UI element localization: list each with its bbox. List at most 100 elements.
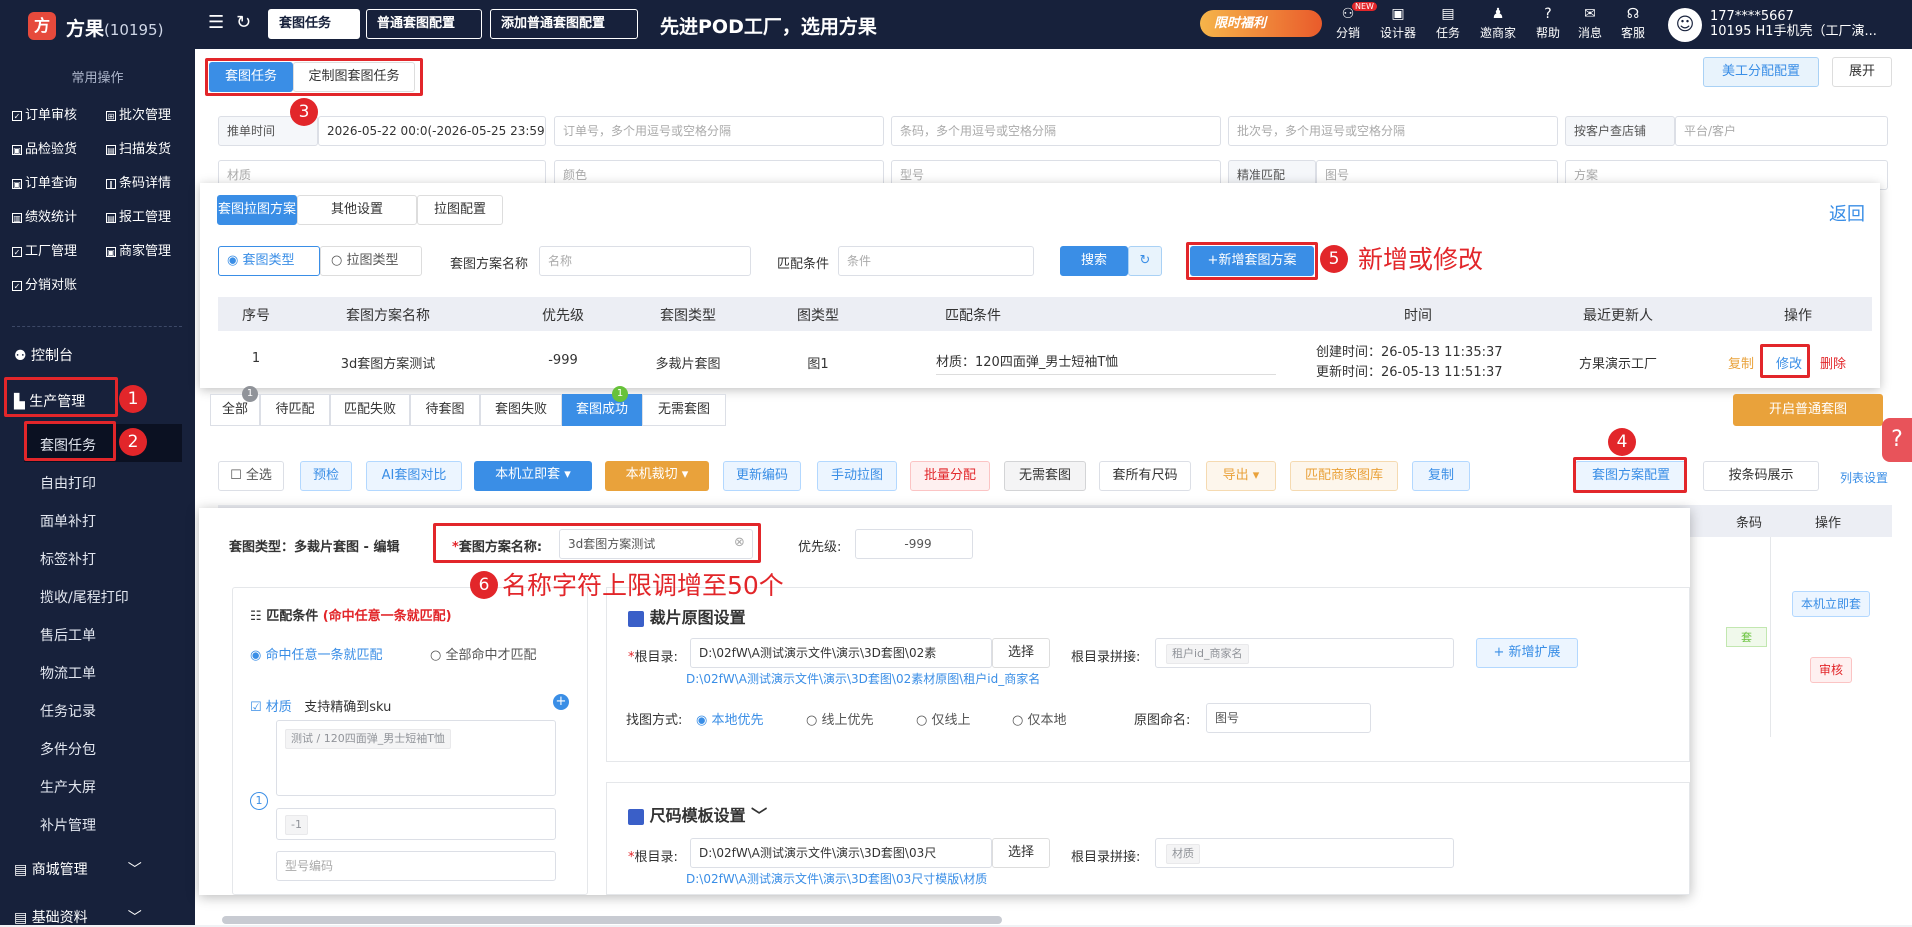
choose-button-1[interactable]: 选择 — [992, 638, 1050, 668]
time-range-input[interactable]: 2026-05-22 00:0(-2026-05-25 23:59 — [318, 116, 546, 146]
promo-button[interactable]: 限时福利 — [1200, 10, 1322, 37]
status-tab-success[interactable]: 套图成功 — [562, 394, 642, 426]
panel-tab-pull[interactable]: 拉图配置 — [417, 195, 503, 225]
radio-pull-type[interactable]: ○ 拉图类型 — [320, 246, 422, 276]
sub-records[interactable]: 任务记录 — [40, 701, 96, 721]
sub-aftersale[interactable]: 售后工单 — [40, 625, 96, 645]
nav-task[interactable]: ▤ 任务 — [1425, 6, 1471, 41]
manual-pull-button[interactable]: 手动拉图 — [817, 461, 897, 491]
sub-screen[interactable]: 生产大屏 — [40, 777, 96, 797]
row-audit-button[interactable]: 审核 — [1810, 657, 1852, 683]
find-local-first[interactable]: ◉ 本地优先 — [696, 709, 764, 728]
radio-any[interactable]: ◉ 命中任意一条就匹配 — [250, 644, 383, 663]
root-input-1[interactable]: D:\02fW\A测试演示文件\演示\3D套图\02素 — [690, 638, 992, 668]
quick-order-query[interactable]: ▣ 订单查询 — [12, 172, 77, 191]
refresh-button[interactable]: ↻ — [1128, 246, 1162, 276]
priority-input[interactable]: -999 — [855, 529, 973, 559]
sub-split[interactable]: 多件分包 — [40, 739, 96, 759]
material-checkbox[interactable]: ☑ 材质 支持精确到sku — [250, 696, 391, 715]
search-button[interactable]: 搜索 — [1060, 246, 1128, 276]
sub-pickup[interactable]: 揽收/尾程打印 — [40, 587, 129, 607]
menu-mall[interactable]: ▤ 商城管理 ﹀ — [14, 859, 142, 879]
display-mode-select[interactable]: 按条码展示 — [1703, 461, 1819, 491]
material-multiselect[interactable]: 测试 / 120四面弹_男士短袖T恤 — [276, 720, 556, 796]
match-gallery-button[interactable]: 匹配商家图库 — [1290, 461, 1398, 491]
quick-inspect[interactable]: ▣ 品检验货 — [12, 138, 77, 157]
sub-print[interactable]: 自由打印 — [40, 473, 96, 493]
find-online-only[interactable]: ○ 仅线上 — [916, 709, 971, 728]
nav-invite[interactable]: ♟ 邀商家 — [1475, 6, 1521, 41]
quick-barcode[interactable]: ‖ 条码详情 — [106, 172, 171, 191]
sub-logistics[interactable]: 物流工单 — [40, 663, 96, 683]
barcode-input[interactable]: 条码，多个用逗号或空格分隔 — [891, 116, 1221, 146]
no-set-button[interactable]: 无需套图 — [1004, 461, 1086, 491]
quick-merchant[interactable]: ▣ 商家管理 — [106, 240, 171, 259]
avatar[interactable]: ☺ — [1668, 8, 1702, 42]
chevron-down-icon[interactable]: ﹀ — [751, 806, 767, 825]
find-online-first[interactable]: ○ 线上优先 — [806, 709, 874, 728]
help-float-icon[interactable]: ? — [1882, 418, 1912, 462]
menu-toggle-icon[interactable]: ☰ — [208, 12, 224, 33]
art-config-button[interactable]: 美工分配配置 — [1703, 57, 1819, 87]
nav-share[interactable]: ⚇ 分销 — [1325, 6, 1371, 41]
quick-dist[interactable]: ✓ 分销对账 — [12, 274, 77, 293]
menu-console[interactable]: ⚉ 控制台 — [14, 345, 73, 365]
export-button[interactable]: 导出 ▾ — [1206, 461, 1276, 491]
open-normal-button[interactable]: 开启普通套图 — [1733, 394, 1883, 426]
nav-service[interactable]: ☊ 客服 — [1610, 6, 1656, 41]
copy-button[interactable]: 复制 — [1412, 461, 1470, 491]
local-set-button[interactable]: 本机立即套 ▾ — [474, 461, 592, 491]
sub-patch[interactable]: 补片管理 — [40, 815, 96, 835]
sku-select[interactable]: -1 — [276, 808, 556, 840]
expand-button[interactable]: 展开 — [1832, 57, 1892, 87]
add-extension-button[interactable]: + 新增扩展 — [1476, 638, 1578, 668]
status-tab-fail[interactable]: 套图失败 — [480, 394, 562, 426]
radio-plan-type[interactable]: ◉ 套图类型 — [218, 246, 320, 276]
local-cut-button[interactable]: 本机裁切 ▾ — [605, 461, 709, 491]
nav-message[interactable]: ✉ 消息 — [1567, 6, 1613, 41]
quick-batch[interactable]: ⊞ 批次管理 — [106, 104, 171, 123]
status-tab-match-fail[interactable]: 匹配失败 — [330, 394, 410, 426]
quick-perf[interactable]: ▥ 绩效统计 — [12, 206, 77, 225]
panel-tab-other[interactable]: 其他设置 — [297, 195, 417, 225]
sub-label[interactable]: 标签补打 — [40, 549, 96, 569]
back-link[interactable]: 返回 — [1829, 200, 1865, 226]
ai-compare-button[interactable]: AI套图对比 — [366, 461, 462, 491]
delete-link[interactable]: 删除 — [1820, 353, 1846, 372]
status-tab-none[interactable]: 无需套图 — [642, 394, 726, 426]
find-local-only[interactable]: ○ 仅本地 — [1012, 709, 1067, 728]
row-local-set-button[interactable]: 本机立即套 — [1792, 591, 1870, 617]
top-tab-add-config[interactable]: 添加普通套图配置 — [490, 9, 638, 39]
choose-button-2[interactable]: 选择 — [992, 838, 1050, 868]
cond-input[interactable]: 条件 — [838, 246, 1034, 276]
batch-input[interactable]: 批次号，多个用逗号或空格分隔 — [1228, 116, 1558, 146]
refresh-icon[interactable]: ↻ — [236, 12, 251, 33]
quick-scan-ship[interactable]: ▤ 扫描发货 — [106, 138, 171, 157]
quick-report[interactable]: ▤ 报工管理 — [106, 206, 171, 225]
user-info[interactable]: 177****5667 10195 H1手机壳（工厂演... — [1710, 9, 1877, 39]
column-settings-link[interactable]: 列表设置 — [1840, 469, 1888, 486]
quick-factory[interactable]: ✓ 工厂管理 — [12, 240, 77, 259]
add-condition-icon[interactable]: + — [553, 694, 569, 710]
status-tab-pending[interactable]: 待匹配 — [260, 394, 330, 426]
nav-designer[interactable]: ▣ 设计器 — [1375, 6, 1421, 41]
panel-tab-plan[interactable]: 套图拉图方案 — [217, 195, 297, 225]
all-sizes-button[interactable]: 套所有尺码 — [1099, 461, 1191, 491]
sub-sheet[interactable]: 面单补打 — [40, 511, 96, 531]
root-input-2[interactable]: D:\02fW\A测试演示文件\演示\3D套图\03尺 — [690, 838, 992, 868]
status-tab-wait[interactable]: 待套图 — [410, 394, 480, 426]
top-tab-task[interactable]: 套图任务 — [268, 9, 360, 39]
update-code-button[interactable]: 更新编码 — [723, 461, 801, 491]
shop-select[interactable]: 按客户查店铺 — [1565, 116, 1675, 146]
top-tab-config[interactable]: 普通套图配置 — [366, 9, 482, 39]
nav-help[interactable]: ? 帮助 — [1525, 6, 1571, 41]
order-input[interactable]: 订单号，多个用逗号或空格分隔 — [554, 116, 884, 146]
orig-name-select[interactable]: 图号 — [1206, 703, 1371, 733]
join-select-1[interactable]: 租户id_商家名 — [1155, 638, 1454, 668]
quick-order-review[interactable]: ✓ 订单审核 — [12, 104, 77, 123]
select-all-checkbox[interactable]: ☐ 全选 — [218, 461, 284, 491]
horizontal-scrollbar[interactable] — [222, 916, 1002, 924]
platform-select[interactable]: 平台/客户 — [1675, 116, 1888, 146]
batch-assign-button[interactable]: 批量分配 — [910, 461, 990, 491]
radio-all[interactable]: ○ 全部命中才匹配 — [430, 644, 537, 663]
